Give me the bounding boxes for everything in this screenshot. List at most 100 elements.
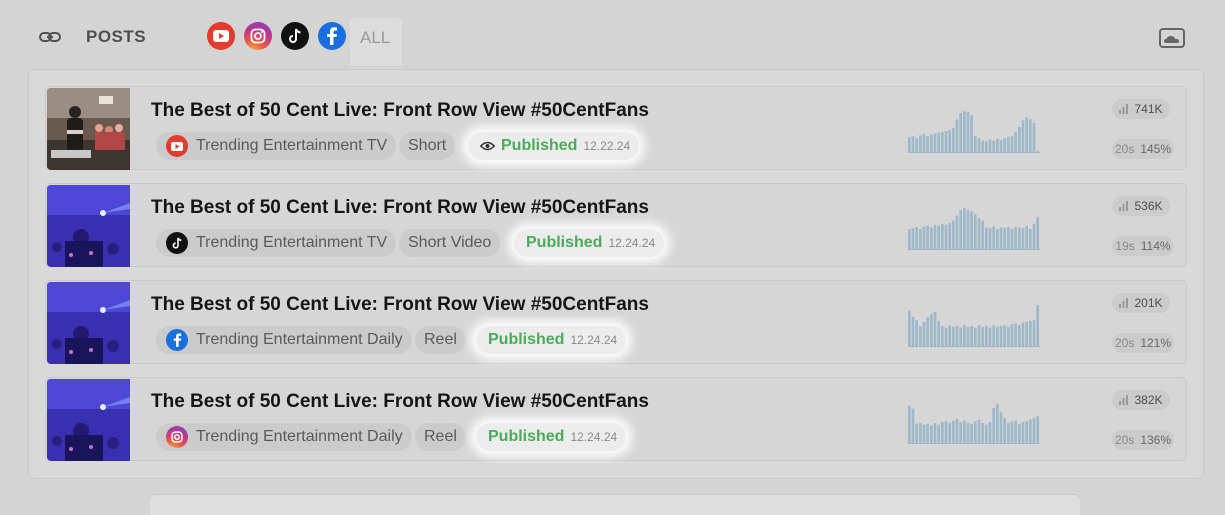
- post-thumbnail: [47, 379, 130, 461]
- spark-bar: [977, 325, 981, 347]
- spark-bar: [963, 325, 966, 347]
- views-badge: 382K: [1112, 390, 1170, 410]
- post-card[interactable]: The Best of 50 Cent Live: Front Row View…: [45, 280, 1187, 364]
- spark-bar: [966, 209, 970, 250]
- spark-bar: [941, 326, 944, 347]
- spark-bar: [933, 224, 937, 250]
- spark-bar: [1032, 122, 1036, 153]
- channel-pill[interactable]: Trending Entertainment Daily: [156, 423, 412, 451]
- views-badge: 741K: [1112, 99, 1170, 119]
- spark-bar: [937, 132, 940, 153]
- status-text: Published: [488, 331, 565, 348]
- spark-bar: [963, 208, 966, 250]
- spark-bar: [926, 136, 929, 153]
- retention-percent: 121%: [1140, 336, 1172, 350]
- filter-youtube[interactable]: [207, 22, 235, 50]
- spark-bar: [1021, 120, 1025, 153]
- channel-pill[interactable]: Trending Entertainment TV: [156, 132, 397, 160]
- publish-date: 12.24.24: [570, 333, 618, 347]
- post-card[interactable]: The Best of 50 Cent Live: Front Row View…: [45, 377, 1187, 461]
- spark-bar: [1029, 419, 1032, 444]
- status-text: Published: [501, 137, 578, 154]
- spark-bar: [959, 113, 962, 153]
- spark-bar: [922, 424, 926, 444]
- spark-bar: [1003, 325, 1006, 347]
- spark-bar: [915, 137, 918, 153]
- spark-bar: [926, 423, 929, 444]
- spark-bar: [985, 141, 988, 153]
- spark-bar: [919, 326, 922, 347]
- spark-bar: [1014, 420, 1017, 444]
- spark-bar: [959, 327, 962, 347]
- retention-badge: 20s 121%: [1112, 333, 1174, 353]
- channel-name: Trending Entertainment Daily: [196, 428, 403, 445]
- link-icon[interactable]: [38, 27, 62, 47]
- spark-bar: [974, 136, 977, 153]
- spark-bar: [1007, 423, 1010, 444]
- spark-bar: [915, 320, 918, 347]
- spark-bar: [970, 423, 973, 444]
- publish-date: 12.22.24: [583, 139, 631, 153]
- post-title: The Best of 50 Cent Live: Front Row View…: [151, 391, 649, 412]
- post-card[interactable]: The Best of 50 Cent Live: Front Row View…: [45, 86, 1187, 170]
- spark-bar: [1029, 320, 1032, 347]
- spark-bar: [1014, 323, 1017, 347]
- spark-bar: [985, 326, 988, 347]
- spark-bar: [930, 227, 933, 250]
- spark-bar: [981, 140, 984, 153]
- filter-instagram[interactable]: [244, 22, 272, 50]
- spark-bar: [948, 223, 951, 250]
- spark-baseline: [908, 346, 1040, 347]
- facebook-icon: [166, 329, 188, 351]
- spark-bar: [985, 424, 988, 444]
- spark-bar: [1029, 119, 1032, 153]
- spark-bar: [1007, 326, 1010, 347]
- spark-bar: [1003, 228, 1006, 250]
- spark-bar: [1018, 423, 1021, 444]
- cloud-screen-button[interactable]: [1158, 26, 1186, 50]
- spark-bar: [955, 418, 959, 444]
- tab-all[interactable]: ALL: [350, 18, 402, 66]
- spark-bar: [996, 326, 999, 347]
- post-thumbnail: [47, 282, 130, 364]
- spark-bar: [981, 423, 984, 444]
- spark-bar: [952, 220, 955, 250]
- spark-bar: [919, 229, 922, 250]
- spark-bar: [1021, 422, 1025, 444]
- channel-pill[interactable]: Trending Entertainment Daily: [156, 326, 412, 354]
- spark-bar: [911, 136, 915, 153]
- spark-bar: [992, 325, 995, 347]
- spark-bar: [948, 129, 951, 153]
- status-badge: Published 12.24.24: [476, 326, 627, 354]
- spark-bar: [1010, 229, 1014, 250]
- spark-bar: [999, 227, 1003, 250]
- spark-bar: [988, 327, 992, 347]
- spark-bar: [959, 210, 962, 250]
- status-text: Published: [488, 428, 565, 445]
- spark-bar: [1021, 228, 1025, 250]
- spark-bar: [992, 407, 995, 444]
- filter-facebook[interactable]: [318, 22, 346, 50]
- instagram-icon: [250, 28, 266, 44]
- spark-bar: [948, 325, 951, 347]
- post-title: The Best of 50 Cent Live: Front Row View…: [151, 294, 649, 315]
- channel-pill[interactable]: Trending Entertainment TV: [156, 229, 397, 257]
- spark-baseline: [908, 249, 1040, 250]
- spark-bar: [992, 140, 995, 153]
- post-card[interactable]: The Best of 50 Cent Live: Front Row View…: [45, 183, 1187, 267]
- post-type-badge: Reel: [415, 326, 466, 354]
- spark-bar: [1032, 223, 1036, 250]
- spark-bar: [944, 224, 948, 250]
- status-text: Published: [526, 234, 603, 251]
- views-sparkline: [908, 403, 1040, 444]
- spark-bar: [1014, 132, 1017, 153]
- spark-bar: [944, 131, 948, 153]
- spark-bar: [1010, 136, 1014, 153]
- views-count: 382K: [1134, 393, 1163, 407]
- spark-bar: [948, 423, 951, 444]
- spark-bar: [1025, 321, 1028, 347]
- spark-baseline: [908, 152, 1040, 153]
- filter-tiktok[interactable]: [281, 22, 309, 50]
- spark-bar: [941, 132, 944, 153]
- spark-bar: [1010, 421, 1014, 444]
